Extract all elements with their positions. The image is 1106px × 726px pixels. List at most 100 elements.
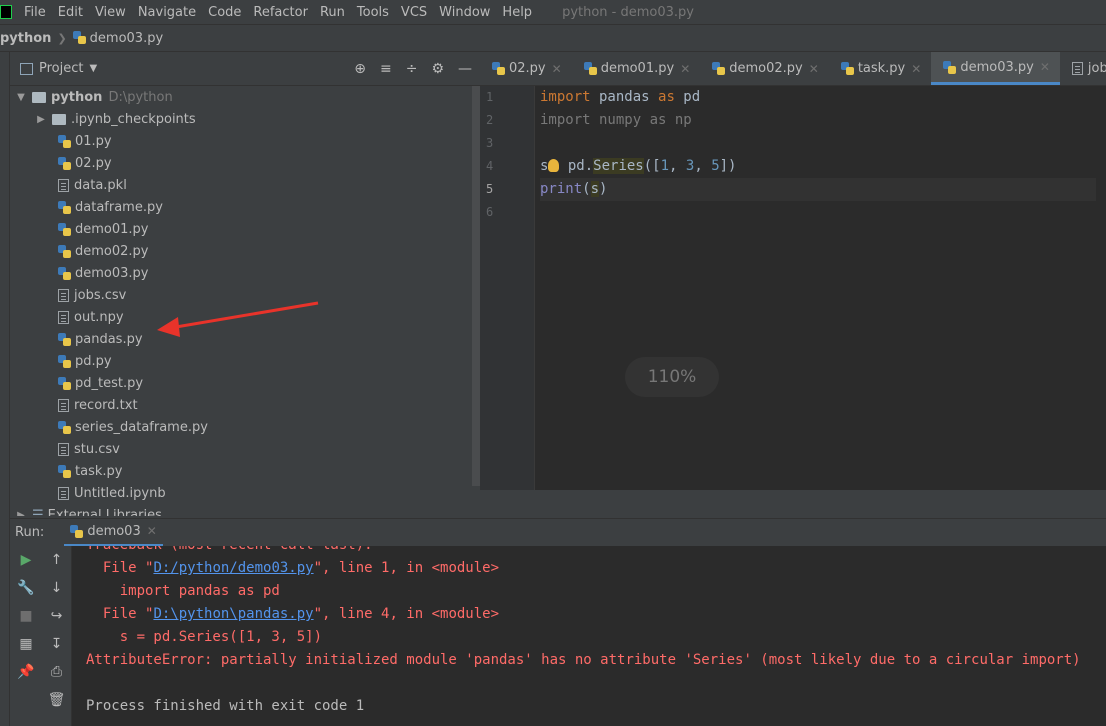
menu-view[interactable]: View	[95, 5, 126, 20]
editor-tab[interactable]: demo02.py ✕	[700, 52, 829, 85]
tree-item-label: series_dataframe.py	[75, 419, 208, 435]
run-console[interactable]: Traceback (most recent call last): File …	[72, 546, 1106, 726]
code-editor[interactable]: 1 2 3 4 5 6 import pandas as pd import numpy …	[480, 86, 1106, 490]
gear-icon[interactable]: ⚙	[431, 61, 444, 77]
editor-tab[interactable]: jobs	[1060, 52, 1106, 85]
tree-item[interactable]: task.py	[10, 460, 470, 482]
tree-item[interactable]: demo01.py	[10, 218, 470, 240]
tree-items: ▶ .ipynb_checkpoints 01.py 02.py data.pkl dat…	[10, 108, 470, 504]
menu-refactor[interactable]: Refactor	[253, 5, 308, 20]
tree-item-label: jobs.csv	[74, 287, 127, 303]
tree-item[interactable]: dataframe.py	[10, 196, 470, 218]
chevron-down-icon[interactable]: ▼	[89, 63, 97, 74]
scroll-to-end-icon[interactable]: ↧	[42, 630, 71, 658]
breadcrumb-file[interactable]: demo03.py	[72, 30, 163, 46]
console-line-error: AttributeError: partially initialized mo…	[86, 652, 1081, 668]
editor-tab[interactable]: 02.py ✕	[480, 52, 572, 85]
tree-root[interactable]: ▼ python D:\python	[10, 86, 470, 108]
tree-item[interactable]: 02.py	[10, 152, 470, 174]
trash-icon[interactable]: 🗑	[42, 686, 71, 714]
rerun-icon[interactable]: ▶	[10, 546, 42, 574]
breadcrumb-project[interactable]: python	[0, 31, 51, 46]
close-icon[interactable]: ✕	[911, 62, 921, 76]
lightbulb-icon[interactable]	[548, 159, 560, 172]
chevron-right-icon[interactable]: ▶	[14, 510, 28, 517]
layout-icon[interactable]: ▦	[10, 630, 42, 658]
menu-help[interactable]: Help	[502, 5, 532, 20]
close-icon[interactable]: ✕	[147, 524, 157, 538]
soft-wrap-icon[interactable]: ↪	[42, 602, 71, 630]
tree-item[interactable]: pandas.py	[10, 328, 470, 350]
chevron-down-icon[interactable]: ▼	[14, 92, 28, 103]
editor-scrollbar[interactable]	[1096, 86, 1106, 490]
editor-footer-gap	[480, 490, 1106, 518]
minimize-icon[interactable]: —	[458, 61, 472, 77]
zoom-indicator: 110%	[625, 357, 719, 397]
tree-item[interactable]: 01.py	[10, 130, 470, 152]
breadcrumb: python ❯ demo03.py	[0, 24, 1106, 52]
editor-tab-label: demo03.py	[960, 59, 1034, 75]
tree-item[interactable]: demo03.py	[10, 262, 470, 284]
python-file-icon	[58, 464, 71, 478]
python-file-icon	[58, 134, 71, 148]
editor-tab-label: task.py	[857, 61, 906, 76]
console-line-traceback: Traceback (most recent call last):	[72, 546, 1106, 557]
tree-item[interactable]: pd.py	[10, 350, 470, 372]
python-file-icon	[58, 354, 71, 368]
close-icon[interactable]: ✕	[809, 62, 819, 76]
console-link-pandas[interactable]: D:\python\pandas.py	[153, 606, 313, 622]
python-file-icon	[712, 62, 726, 75]
left-tool-strip[interactable]	[0, 52, 10, 726]
tree-item-label: pd.py	[75, 353, 112, 369]
tree-item[interactable]: series_dataframe.py	[10, 416, 470, 438]
collapse-all-icon[interactable]: ÷	[406, 61, 418, 77]
close-icon[interactable]: ✕	[1040, 60, 1050, 74]
python-file-icon	[583, 62, 597, 75]
code-area[interactable]: import pandas as pd import numpy as np s…	[540, 86, 1106, 224]
python-file-icon	[943, 60, 957, 74]
tree-item-external-libraries[interactable]: ▶ ☰ External Libraries	[10, 504, 470, 517]
project-tree: ▼ python D:\python ▶ .ipynb_checkpoints 01…	[10, 86, 470, 517]
close-icon[interactable]: ✕	[680, 62, 690, 76]
line-number: 6	[486, 205, 494, 219]
tree-item[interactable]: record.txt	[10, 394, 470, 416]
arrow-down-icon[interactable]: ↓	[42, 574, 71, 602]
arrow-up-icon[interactable]: ↑	[42, 546, 71, 574]
tree-item[interactable]: Untitled.ipynb	[10, 482, 470, 504]
menu-vcs[interactable]: VCS	[401, 5, 427, 20]
menu-file[interactable]: File	[24, 5, 46, 20]
console-link-demo03[interactable]: D:/python/demo03.py	[153, 560, 313, 576]
tree-item[interactable]: ▶ .ipynb_checkpoints	[10, 108, 470, 130]
close-icon[interactable]: ✕	[552, 62, 562, 76]
python-file-icon	[58, 156, 71, 170]
menu-tools[interactable]: Tools	[357, 5, 389, 20]
tree-scrollbar[interactable]	[472, 86, 480, 486]
stop-icon[interactable]: ■	[10, 602, 42, 630]
editor-tab[interactable]: demo03.py ✕	[931, 52, 1060, 85]
print-icon[interactable]: ⎙	[42, 658, 71, 686]
project-toolbar: ⊕ ≡ ÷ ⚙ —	[354, 61, 472, 77]
pin-icon[interactable]: 📌	[10, 658, 42, 686]
editor-tab[interactable]: task.py ✕	[829, 52, 932, 85]
project-view-selector[interactable]: Project	[39, 61, 83, 76]
python-file-icon	[492, 62, 505, 75]
menu-edit[interactable]: Edit	[58, 5, 83, 20]
locate-icon[interactable]: ⊕	[354, 61, 366, 77]
tree-item[interactable]: demo02.py	[10, 240, 470, 262]
tree-item[interactable]: out.npy	[10, 306, 470, 328]
tree-item-label: dataframe.py	[75, 199, 163, 215]
menu-window[interactable]: Window	[439, 5, 490, 20]
run-tab-demo03[interactable]: demo03 ✕	[64, 519, 163, 547]
tree-item[interactable]: jobs.csv	[10, 284, 470, 306]
menu-code[interactable]: Code	[208, 5, 241, 20]
wrench-icon[interactable]: 🔧	[10, 574, 42, 602]
expand-all-icon[interactable]: ≡	[380, 61, 392, 77]
menu-navigate[interactable]: Navigate	[138, 5, 196, 20]
tree-item[interactable]: data.pkl	[10, 174, 470, 196]
tree-item[interactable]: stu.csv	[10, 438, 470, 460]
chevron-right-icon[interactable]: ▶	[34, 114, 48, 125]
editor-tab[interactable]: demo01.py ✕	[572, 52, 701, 85]
menu-run[interactable]: Run	[320, 5, 345, 20]
tree-item[interactable]: pd_test.py	[10, 372, 470, 394]
